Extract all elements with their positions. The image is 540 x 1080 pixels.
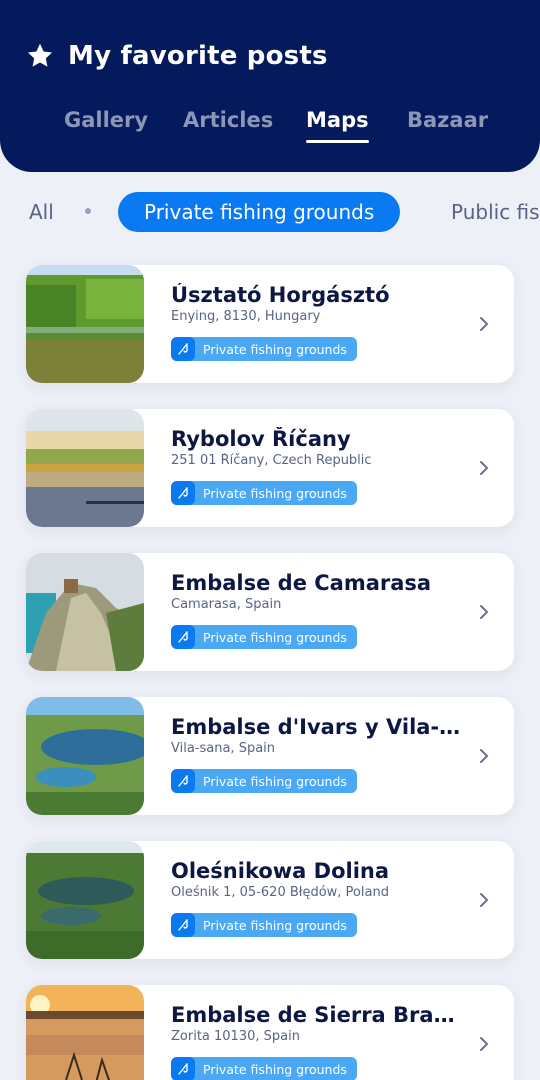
place-name: Embalse d'Ivars y Vila-sana <box>171 715 461 739</box>
place-name: Rybolov Říčany <box>171 427 351 451</box>
place-name: Oleśnikowa Dolina <box>171 859 390 883</box>
place-card[interactable]: Oleśnikowa Dolina Oleśnik 1, 05-620 Błęd… <box>26 841 514 959</box>
place-card[interactable]: Úsztató Horgásztó Enying, 8130, Hungary … <box>26 265 514 383</box>
header: My favorite posts Gallery Articles Maps … <box>0 0 540 172</box>
category-label: Private fishing grounds <box>203 773 347 789</box>
place-address: Vila-sana, Spain <box>171 741 276 756</box>
category-label: Private fishing grounds <box>203 485 347 501</box>
place-thumbnail <box>26 841 144 959</box>
tab-maps[interactable]: Maps <box>306 108 369 143</box>
category-badge: Private fishing grounds <box>171 481 357 505</box>
chevron-right-icon <box>480 605 488 619</box>
place-thumbnail <box>26 553 144 671</box>
place-card[interactable]: Embalse de Camarasa Camarasa, Spain Priv… <box>26 553 514 671</box>
place-card[interactable]: Embalse de Sierra Brava Zorita 10130, Sp… <box>26 985 514 1080</box>
category-badge: Private fishing grounds <box>171 769 357 793</box>
fishing-rod-icon <box>171 481 195 505</box>
category-label: Private fishing grounds <box>203 341 347 357</box>
tab-articles[interactable]: Articles <box>183 108 273 132</box>
filter-bar: All Private fishing grounds Public fishi… <box>0 190 540 232</box>
filter-chip-private[interactable]: Private fishing grounds <box>118 192 401 232</box>
place-address: Camarasa, Spain <box>171 597 282 612</box>
chevron-right-icon <box>480 1037 488 1051</box>
category-badge: Private fishing grounds <box>171 913 357 937</box>
filter-chip-all[interactable]: All <box>29 192 54 232</box>
place-name: Embalse de Camarasa <box>171 571 432 595</box>
title-row: My favorite posts <box>26 36 328 76</box>
fishing-rod-icon <box>171 913 195 937</box>
filter-separator-dot <box>85 208 91 214</box>
place-thumbnail <box>26 985 144 1080</box>
fishing-rod-icon <box>171 1057 195 1080</box>
chevron-right-icon <box>480 893 488 907</box>
tab-bazaar[interactable]: Bazaar <box>407 108 488 132</box>
chevron-right-icon <box>480 749 488 763</box>
tab-bar: Gallery Articles Maps Bazaar <box>0 108 540 148</box>
place-thumbnail <box>26 265 144 383</box>
place-address: Oleśnik 1, 05-620 Błędów, Poland <box>171 885 389 900</box>
place-thumbnail <box>26 697 144 815</box>
place-address: 251 01 Říčany, Czech Republic <box>171 453 372 468</box>
place-name: Úsztató Horgásztó <box>171 283 390 307</box>
category-badge: Private fishing grounds <box>171 625 357 649</box>
fishing-rod-icon <box>171 625 195 649</box>
category-label: Private fishing grounds <box>203 917 347 933</box>
category-badge: Private fishing grounds <box>171 1057 357 1080</box>
page-title: My favorite posts <box>68 41 328 71</box>
place-thumbnail <box>26 409 144 527</box>
category-badge: Private fishing grounds <box>171 337 357 361</box>
place-name: Embalse de Sierra Brava <box>171 1003 461 1027</box>
place-card[interactable]: Embalse d'Ivars y Vila-sana Vila-sana, S… <box>26 697 514 815</box>
place-card[interactable]: Rybolov Říčany 251 01 Říčany, Czech Repu… <box>26 409 514 527</box>
category-label: Private fishing grounds <box>203 629 347 645</box>
star-icon <box>27 43 53 67</box>
tab-gallery[interactable]: Gallery <box>64 108 148 132</box>
chevron-right-icon <box>480 317 488 331</box>
fishing-rod-icon <box>171 769 195 793</box>
fishing-rod-icon <box>171 337 195 361</box>
filter-chip-public[interactable]: Public fishing grounds <box>451 192 540 232</box>
chevron-right-icon <box>480 461 488 475</box>
place-address: Zorita 10130, Spain <box>171 1029 300 1044</box>
category-label: Private fishing grounds <box>203 1061 347 1077</box>
place-address: Enying, 8130, Hungary <box>171 309 321 324</box>
